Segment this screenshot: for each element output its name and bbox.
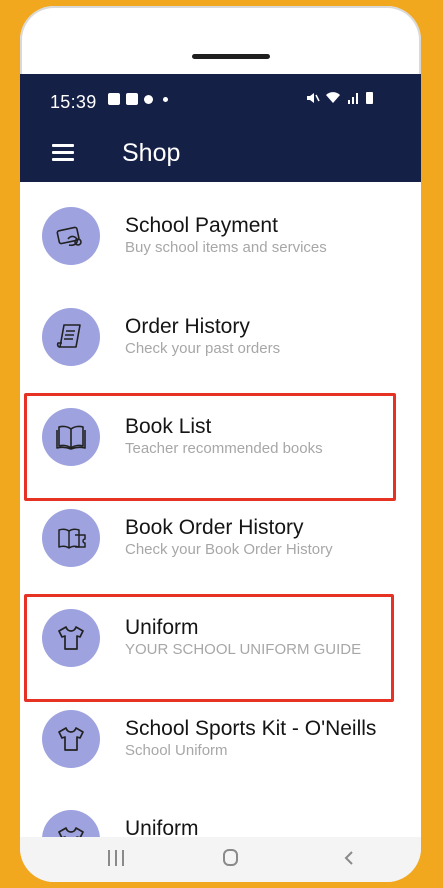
recents-icon[interactable] (108, 850, 126, 866)
tshirt-icon (42, 810, 100, 837)
item-subtitle: Check your past orders (125, 340, 281, 357)
tshirt-icon (42, 710, 100, 768)
hamburger-menu-icon[interactable] (52, 144, 74, 162)
mute-icon (307, 93, 320, 103)
battery-icon (366, 92, 373, 104)
item-title: Order History (125, 315, 250, 338)
speaker-bar (192, 54, 270, 59)
android-nav-bar (20, 837, 421, 882)
phone-frame: 15:39 Shop School Payment Buy school ite… (20, 6, 421, 882)
system-icons (306, 92, 373, 104)
home-icon[interactable] (223, 849, 238, 866)
notification-icons (108, 93, 168, 105)
globe-icon (144, 94, 153, 104)
receipt-icon (42, 308, 100, 366)
payment-hand-icon (42, 207, 100, 265)
item-subtitle: Check your Book Order History (125, 541, 333, 558)
list-item-school-payment[interactable]: School Payment Buy school items and serv… (20, 182, 421, 282)
status-bar: 15:39 (20, 74, 421, 124)
app-bar: Shop (20, 124, 421, 182)
highlight-box-book-list (24, 393, 396, 501)
list-item-uniform-2[interactable]: Uniform (20, 785, 421, 837)
signal-icon (348, 93, 358, 104)
shop-menu-list: School Payment Buy school items and serv… (20, 182, 421, 837)
item-subtitle: Buy school items and services (125, 239, 327, 256)
wifi-icon (326, 92, 340, 103)
more-notifications-dot-icon (163, 96, 168, 102)
item-title: Book Order History (125, 516, 304, 539)
book-ticket-icon (42, 509, 100, 567)
mail-icon (126, 93, 138, 105)
highlight-box-uniform (24, 594, 394, 702)
back-chevron-icon[interactable] (340, 849, 358, 867)
item-title: School Payment (125, 214, 278, 237)
item-title: School Sports Kit - O'Neills (125, 717, 377, 740)
status-time: 15:39 (50, 92, 97, 112)
page-title: Shop (122, 139, 181, 167)
gallery-icon (108, 93, 120, 105)
list-item-order-history[interactable]: Order History Check your past orders (20, 283, 421, 383)
item-subtitle: School Uniform (125, 742, 228, 759)
item-title: Uniform (125, 817, 199, 837)
